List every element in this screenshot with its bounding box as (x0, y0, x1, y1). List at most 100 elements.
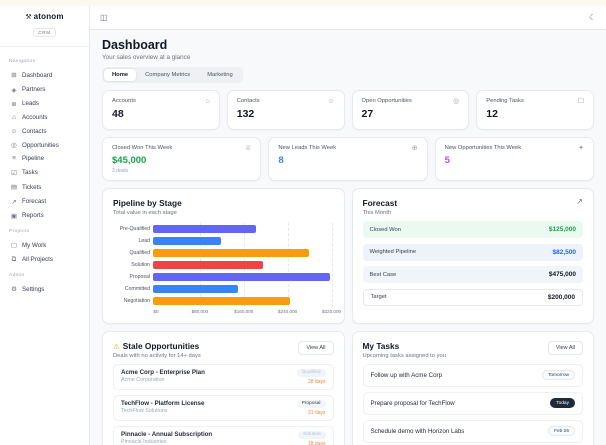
chart-bar-track (153, 248, 332, 257)
week-value: 8 (278, 155, 284, 166)
forecast-value: $200,000 (547, 293, 575, 301)
leads-user-plus-icon: ⊕ (11, 100, 17, 108)
task-row[interactable]: Schedule demo with Horizon Labs Feb 25 (362, 419, 583, 443)
sidebar-item-tasks[interactable]: ☑ Tasks (7, 166, 82, 180)
due-badge: Feb 25 (548, 426, 575, 436)
forecast-label: Closed Won (369, 226, 401, 233)
chart-category-label: Committed (124, 285, 150, 292)
pending-tasks-stat-card: Pending Tasks ☐ 12 (476, 90, 594, 130)
sidebar-item-tickets[interactable]: ▤ Tickets (7, 180, 82, 194)
opportunities-target-icon: ◎ (11, 142, 17, 150)
tab-company-metrics[interactable]: Company Metrics (137, 69, 198, 81)
sidebar-item-reports[interactable]: ▣ Reports (7, 209, 82, 223)
task-row[interactable]: Prepare proposal for TechFlow Today (362, 391, 583, 415)
chart-bar-track (153, 260, 332, 269)
sidebar-item-partners[interactable]: ◈ Partners (7, 82, 82, 96)
pipeline-chart: Pre-Qualified Lead Qualified Solution Propos… (113, 222, 341, 318)
chart-bar (153, 260, 264, 269)
forecast-value: $82,500 (552, 248, 577, 256)
sidebar-item-my-work[interactable]: ▢ My Work (7, 238, 82, 252)
settings-gear-icon: ⚙ (11, 286, 17, 294)
logo-name: atonom (33, 12, 64, 21)
sidebar-item-accounts[interactable]: ⌂ Accounts (7, 111, 82, 124)
chart-bar-row: Negotiation (113, 295, 334, 307)
dashboard-tabs: Home Company Metrics Marketing (102, 67, 243, 83)
stale-view-all-button[interactable]: View All (298, 341, 334, 355)
opportunity-company: TechFlow Solutions (121, 408, 168, 414)
sidebar-item-leads[interactable]: ⊕ Leads (7, 97, 82, 111)
sidebar-item-label: Reports (22, 212, 44, 220)
stale-opportunity-row[interactable]: Pinnacle - Annual Subscription Pinnacle … (113, 425, 334, 445)
chart-bar-track (153, 284, 332, 293)
chart-category-label: Negotiation (123, 297, 150, 304)
chart-bar (153, 296, 290, 305)
opportunity-name: TechFlow - Platform License (121, 399, 205, 407)
stale-title: Stale Opportunities (122, 341, 200, 351)
trophy-icon: ♕ (245, 145, 252, 152)
week-value: 5 (444, 155, 450, 166)
sidebar-item-label: My Work (22, 241, 47, 249)
chart-bar-track (153, 236, 332, 245)
forecast-row-weighted-pipeline: Weighted Pipeline $82,500 (362, 243, 583, 261)
user-icon: ☺ (327, 98, 335, 105)
chart-bar-track (153, 296, 332, 305)
theme-toggle-moon-icon[interactable]: ☾ (589, 13, 596, 22)
middle-row: Pipeline by Stage Total value in each st… (102, 188, 594, 324)
partners-icon: ◈ (11, 86, 17, 94)
stale-opportunity-row[interactable]: Acme Corp - Enterprise Plan Acme Corpora… (113, 363, 334, 390)
new-opportunities-week-card: New Opportunities This Week ✦ 5 (434, 137, 594, 181)
task-label: Follow up with Acme Corp (370, 371, 443, 379)
forecast-row-best-case: Best Case $475,000 (362, 266, 583, 283)
stat-label: Contacts (236, 98, 260, 104)
sidebar-item-label: Partners (22, 86, 46, 94)
sidebar-item-label: Pipeline (22, 155, 45, 163)
opportunity-name: Pinnacle - Annual Subscription (121, 430, 213, 438)
week-label: New Opportunities This Week (444, 145, 522, 151)
trending-up-icon: ↗ (576, 197, 583, 206)
forecast-label: Weighted Pipeline (369, 249, 417, 255)
target-icon: ◎ (453, 98, 460, 105)
sidebar-toggle-icon[interactable]: ◫ (100, 13, 108, 22)
chart-bar-row: Qualified (113, 247, 334, 259)
tasks-view-all-button[interactable]: View All (547, 341, 583, 355)
sidebar-item-all-projects[interactable]: ⧉ All Projects (7, 253, 82, 267)
chart-category-label: Solution (131, 261, 150, 268)
stage-badge: Qualified (296, 368, 326, 377)
pipeline-chart-rows: Pre-Qualified Lead Qualified Solution Propos… (113, 223, 334, 307)
sidebar-item-pipeline[interactable]: ≡ Pipeline (7, 152, 82, 165)
stale-opportunity-row[interactable]: TechFlow - Platform License TechFlow Sol… (113, 394, 334, 421)
tab-marketing[interactable]: Marketing (199, 69, 240, 81)
task-row[interactable]: Follow up with Acme Corp Tomorrow (362, 363, 583, 387)
stat-label: Pending Tasks (486, 98, 524, 104)
task-label: Schedule demo with Horizon Labs (370, 427, 465, 435)
chart-axis-tick: $240,000 (278, 308, 298, 314)
week-label: Closed Won This Week (112, 145, 173, 151)
sidebar-nav: Navigation ⊞ Dashboard ◈ Partners ⊕ Lead… (0, 47, 89, 302)
forecast-value: $475,000 (548, 271, 576, 278)
chart-axis-tick: $80,000 (191, 308, 209, 314)
sidebar-item-forecast[interactable]: ↗ Forecast (7, 194, 82, 208)
chart-bar-row: Committed (113, 283, 334, 295)
sidebar: ⚒ atonom CRM Navigation ⊞ Dashboard ◈ Pa… (0, 6, 90, 445)
sidebar-item-label: Forecast (22, 198, 47, 206)
chart-bar-row: Solution (113, 259, 334, 271)
chart-bar (153, 284, 238, 293)
sidebar-item-dashboard[interactable]: ⊞ Dashboard (7, 68, 82, 82)
forecast-label: Target (370, 294, 387, 300)
tab-home[interactable]: Home (104, 69, 137, 81)
sidebar-item-opportunities[interactable]: ◎ Opportunities (7, 138, 82, 152)
due-badge: Tomorrow (541, 370, 575, 380)
new-leads-week-card: New Leads This Week ⊕ 8 (268, 137, 428, 181)
closed-won-week-card: Closed Won This Week ♕ $45,000 3 deals (102, 137, 262, 181)
sidebar-item-label: All Projects (22, 256, 53, 264)
dashboard-grid-icon: ⊞ (11, 72, 17, 80)
forecast-title: Forecast (362, 198, 398, 208)
logo-icon: ⚒ (25, 13, 32, 21)
pipeline-card: Pipeline by Stage Total value in each st… (102, 188, 345, 324)
bottom-row: ⚠ Stale Opportunities Deals with no acti… (102, 331, 594, 445)
main-area: ◫ ☾ Dashboard Your sales overview at a g… (90, 6, 606, 445)
week-sub: 3 deals (112, 168, 129, 174)
tasks-check-icon: ☑ (11, 169, 17, 177)
sidebar-item-settings[interactable]: ⚙ Settings (7, 282, 82, 296)
sidebar-item-contacts[interactable]: ☺ Contacts (7, 125, 82, 138)
